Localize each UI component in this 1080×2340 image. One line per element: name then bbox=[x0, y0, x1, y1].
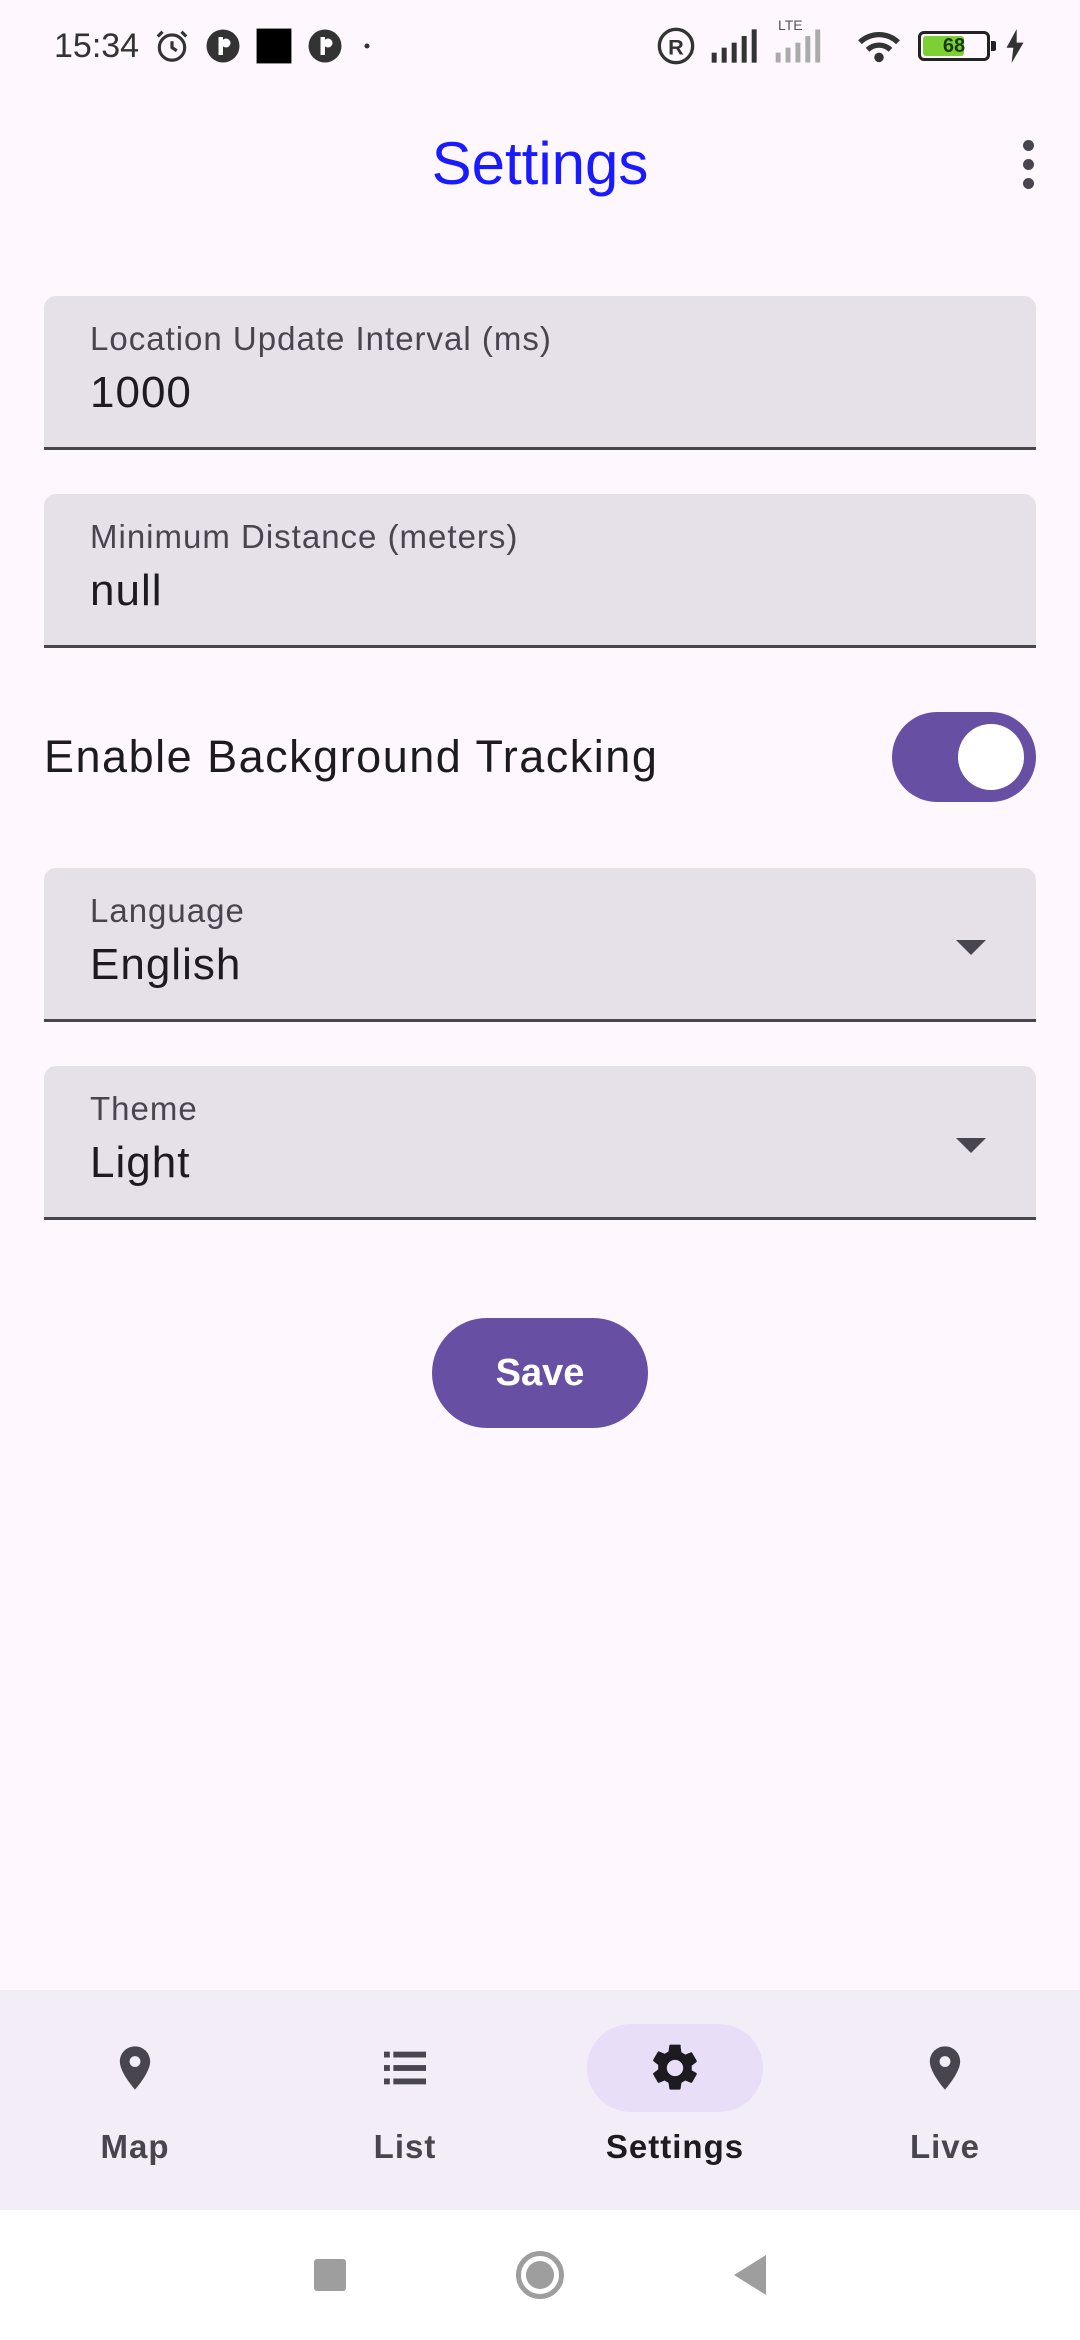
gear-icon bbox=[653, 2044, 697, 2090]
system-navigation-bar bbox=[0, 2210, 1080, 2340]
location-interval-label: Location Update Interval (ms) bbox=[90, 320, 552, 357]
nav-item-live[interactable]: Live bbox=[810, 1990, 1080, 2210]
more-vert-icon bbox=[1022, 158, 1034, 170]
battery-level: 68 bbox=[942, 34, 966, 57]
min-distance-label: Minimum Distance (meters) bbox=[90, 518, 519, 555]
nav-icon-container bbox=[317, 2024, 493, 2112]
min-distance-input[interactable]: null bbox=[90, 566, 990, 616]
nav-icon-container bbox=[587, 2024, 763, 2112]
location-interval-field[interactable]: Location Update Interval (ms) 1000 bbox=[44, 296, 1036, 450]
theme-value: Light bbox=[90, 1138, 191, 1187]
dropdown-arrow-icon[interactable] bbox=[956, 1138, 986, 1153]
toggle-thumb bbox=[958, 724, 1024, 790]
nav-item-list[interactable]: List bbox=[270, 1990, 540, 2210]
nav-icon-container bbox=[47, 2024, 223, 2112]
nav-item-map[interactable]: Map bbox=[0, 1990, 270, 2210]
save-button[interactable]: Save bbox=[432, 1318, 648, 1428]
background-tracking-row: Enable Background Tracking bbox=[44, 710, 1036, 804]
min-distance-field[interactable]: Minimum Distance (meters) null bbox=[44, 494, 1036, 648]
language-label: Language bbox=[90, 892, 245, 929]
home-button[interactable] bbox=[516, 2251, 564, 2299]
language-dropdown[interactable]: Language English bbox=[44, 868, 1036, 1022]
page-title: Settings bbox=[431, 129, 649, 197]
app-notification-icon bbox=[307, 28, 343, 64]
lte-label: LTE bbox=[778, 17, 803, 33]
more-vert-icon bbox=[1022, 177, 1034, 189]
background-tracking-toggle[interactable] bbox=[892, 712, 1036, 802]
status-right: R LTE 68 bbox=[656, 17, 1026, 66]
nav-label-live: Live bbox=[909, 2128, 981, 2165]
bottom-navigation: Map List Settings Live bbox=[0, 1990, 1080, 2210]
location-pin-icon bbox=[119, 2046, 151, 2090]
list-icon bbox=[384, 2051, 426, 2085]
nav-icon-container bbox=[857, 2024, 1033, 2112]
app-notification-icon bbox=[205, 28, 241, 64]
dot-icon bbox=[357, 36, 377, 56]
nav-label-list: List bbox=[373, 2128, 437, 2165]
status-left: 15:34 bbox=[54, 27, 377, 66]
dropdown-arrow-icon[interactable] bbox=[956, 940, 986, 955]
theme-dropdown[interactable]: Theme Light bbox=[44, 1066, 1036, 1220]
battery-icon: 68 bbox=[918, 31, 996, 61]
registered-icon: R bbox=[656, 26, 696, 66]
background-tracking-label: Enable Background Tracking bbox=[44, 731, 659, 782]
recents-button[interactable] bbox=[314, 2259, 346, 2291]
more-options-button[interactable] bbox=[1010, 134, 1046, 194]
lte-signal-icon: LTE bbox=[774, 17, 840, 63]
location-interval-input[interactable]: 1000 bbox=[90, 368, 990, 418]
charging-icon bbox=[1004, 29, 1026, 63]
status-bar: 15:34 R LTE 68 bbox=[0, 0, 1080, 92]
status-time: 15:34 bbox=[54, 26, 140, 65]
nav-label-map: Map bbox=[100, 2128, 170, 2165]
app-bar: Settings bbox=[0, 92, 1080, 234]
nav-label-settings: Settings bbox=[605, 2128, 745, 2165]
location-pin-icon bbox=[929, 2046, 961, 2090]
svg-text:R: R bbox=[668, 34, 684, 59]
back-button[interactable] bbox=[734, 2255, 766, 2295]
black-square-icon bbox=[255, 27, 293, 65]
nav-item-settings[interactable]: Settings bbox=[540, 1990, 810, 2210]
language-value: English bbox=[90, 940, 242, 989]
wifi-icon bbox=[854, 27, 904, 65]
signal-icon bbox=[710, 29, 760, 63]
theme-label: Theme bbox=[90, 1090, 198, 1127]
alarm-icon bbox=[153, 27, 191, 65]
more-vert-icon bbox=[1022, 139, 1034, 151]
